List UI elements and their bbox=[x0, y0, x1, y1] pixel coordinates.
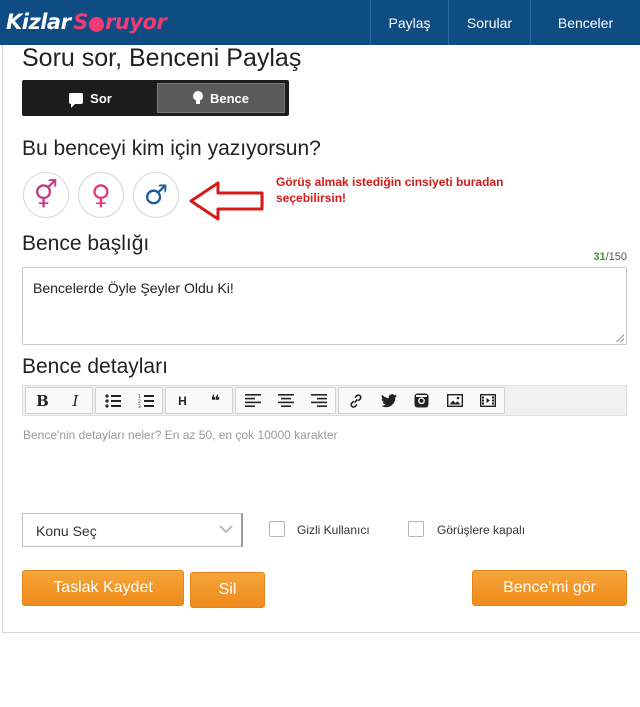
topic-select-value: Konu Seç bbox=[36, 523, 97, 539]
title-input[interactable]: Bencelerde Öyle Şeyler Oldu Ki! bbox=[22, 267, 627, 345]
link-icon bbox=[349, 393, 362, 408]
details-heading: Bence detayları bbox=[22, 355, 168, 378]
toggle-sor-label: Sor bbox=[90, 90, 112, 106]
align-left-icon bbox=[244, 394, 261, 407]
logo-o-mark bbox=[89, 16, 105, 32]
panel-border-left bbox=[2, 45, 3, 633]
quote-icon: ❝ bbox=[210, 392, 221, 410]
audience-heading: Bu benceyi kim için yazıyorsun? bbox=[22, 137, 321, 160]
hint-line-2: seçebilirsin! bbox=[276, 191, 347, 205]
title-heading: Bence başlığı bbox=[22, 232, 150, 255]
twitter-button[interactable] bbox=[372, 388, 405, 413]
lightbulb-icon bbox=[192, 91, 203, 104]
editor-toolbar: B I 123 H ❝ bbox=[22, 385, 627, 416]
align-left-button[interactable] bbox=[236, 388, 269, 413]
twitter-icon bbox=[380, 393, 397, 407]
image-button[interactable] bbox=[438, 388, 471, 413]
toolbar-group-format: B I bbox=[25, 387, 93, 414]
mode-toggle: Sor Bence bbox=[22, 80, 289, 116]
gender-both-button[interactable]: ⚥ bbox=[23, 172, 69, 218]
logo-text-s: S bbox=[73, 10, 89, 34]
bold-button[interactable]: B bbox=[26, 388, 59, 413]
gender-male-button[interactable]: ♂ bbox=[133, 172, 179, 218]
page-title: Soru sor, Benceni Paylaş bbox=[22, 44, 302, 72]
toggle-bence-button[interactable]: Bence bbox=[157, 83, 285, 113]
italic-icon: I bbox=[72, 391, 79, 410]
speech-bubble-icon bbox=[69, 92, 84, 108]
numbered-list-icon: 123 bbox=[138, 394, 154, 408]
video-button[interactable] bbox=[471, 388, 504, 413]
numbered-list-button[interactable]: 123 bbox=[129, 388, 162, 413]
chevron-down-icon bbox=[219, 525, 233, 534]
male-icon: ♂ bbox=[143, 179, 169, 211]
anonymous-checkbox[interactable] bbox=[269, 521, 285, 537]
panel-border-bottom bbox=[2, 632, 640, 633]
bullet-list-button[interactable] bbox=[96, 388, 129, 413]
char-count-max: /150 bbox=[605, 251, 627, 263]
gender-both-icon: ⚥ bbox=[33, 179, 59, 211]
toolbar-group-media bbox=[338, 387, 505, 414]
char-count-current: 31 bbox=[593, 251, 606, 263]
char-counter: 31/150 bbox=[593, 251, 627, 263]
quote-button[interactable]: ❝ bbox=[199, 388, 232, 413]
gender-hint: Görüş almak istediğin cinsiyeti buradan … bbox=[276, 174, 536, 206]
instagram-button[interactable] bbox=[405, 388, 438, 413]
toolbar-group-align bbox=[235, 387, 336, 414]
comments-closed-checkbox[interactable] bbox=[408, 521, 424, 537]
align-right-icon bbox=[310, 394, 327, 407]
align-center-button[interactable] bbox=[269, 388, 302, 413]
heading-icon: H bbox=[178, 393, 187, 408]
italic-button[interactable]: I bbox=[59, 388, 92, 413]
preview-button[interactable]: Bence'mi gör bbox=[472, 570, 627, 606]
logo-text-kizlar: Kizlar bbox=[6, 10, 71, 34]
bold-icon: B bbox=[36, 391, 49, 410]
bullet-list-icon bbox=[104, 393, 121, 408]
logo-text-ruyor: ruyor bbox=[105, 10, 167, 34]
resize-grip-icon[interactable] bbox=[616, 334, 624, 342]
nav-sorular[interactable]: Sorular bbox=[448, 0, 530, 45]
toolbar-group-lists: 123 bbox=[95, 387, 163, 414]
anonymous-label: Gizli Kullanıcı bbox=[297, 523, 370, 537]
align-right-button[interactable] bbox=[302, 388, 335, 413]
video-icon bbox=[479, 394, 496, 407]
comments-closed-label: Görüşlere kapalı bbox=[437, 523, 526, 537]
instagram-icon bbox=[414, 393, 429, 408]
topic-select[interactable]: Konu Seç bbox=[22, 513, 243, 547]
align-center-icon bbox=[277, 394, 294, 407]
svg-text:3: 3 bbox=[138, 404, 141, 408]
top-navbar: Kizlar S ruyor Paylaş Sorular Benceler bbox=[0, 0, 640, 45]
title-input-value: Bencelerde Öyle Şeyler Oldu Ki! bbox=[33, 280, 234, 296]
toolbar-group-blocks: H ❝ bbox=[165, 387, 233, 414]
save-draft-button[interactable]: Taslak Kaydet bbox=[22, 570, 184, 606]
nav-benceler[interactable]: Benceler bbox=[530, 0, 640, 45]
female-icon: ♀ bbox=[91, 179, 111, 211]
heading-button[interactable]: H bbox=[166, 388, 199, 413]
hint-line-1: Görüş almak istediğin cinsiyeti buradan bbox=[276, 175, 504, 189]
red-arrow-icon bbox=[189, 181, 264, 221]
link-button[interactable] bbox=[339, 388, 372, 413]
toggle-bence-label: Bence bbox=[209, 90, 250, 106]
toggle-sor-button[interactable]: Sor bbox=[26, 83, 155, 113]
image-icon bbox=[446, 394, 463, 407]
site-logo[interactable]: Kizlar S ruyor bbox=[6, 8, 167, 36]
delete-button[interactable]: Sil bbox=[190, 572, 265, 608]
details-editor[interactable]: Bence'nin detayları neler? En az 50, en … bbox=[23, 428, 338, 442]
gender-female-button[interactable]: ♀ bbox=[78, 172, 124, 218]
nav-paylas[interactable]: Paylaş bbox=[370, 0, 448, 45]
